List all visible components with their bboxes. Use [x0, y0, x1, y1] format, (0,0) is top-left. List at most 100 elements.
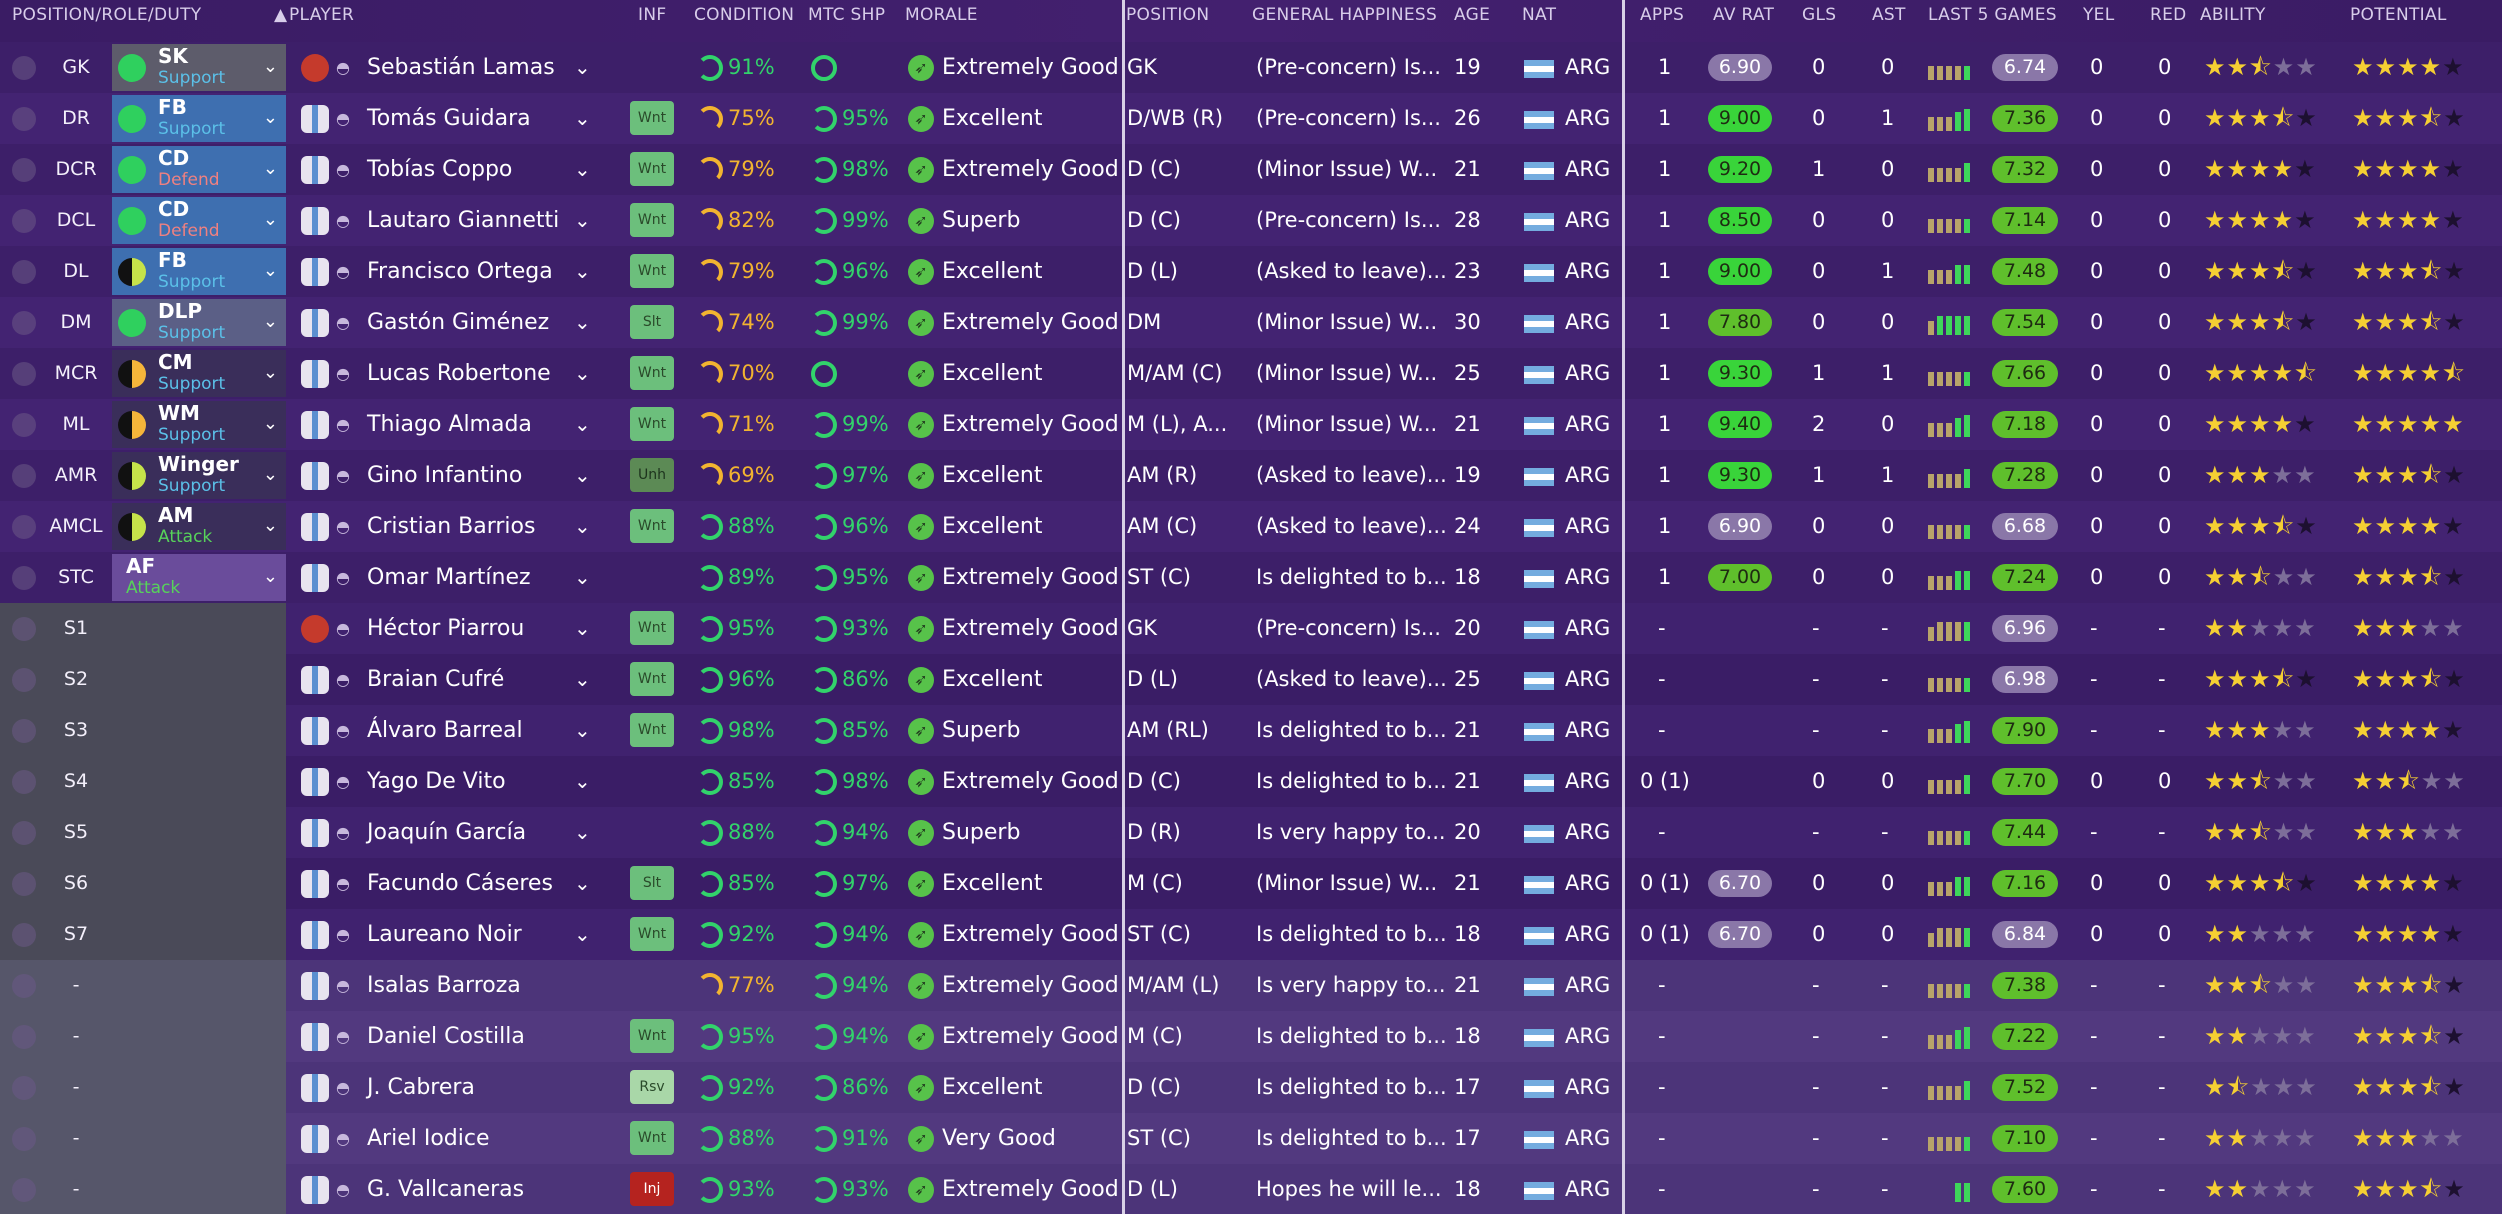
table-row[interactable]: AMR Winger Support ⌄ ◓ Gino Infantino ⌄ Unh 69% 9…	[0, 450, 2502, 501]
position-label[interactable]: STC	[42, 554, 110, 601]
role-selector[interactable]: FB Support ⌄	[112, 95, 286, 142]
chevron-down-icon[interactable]: ⌄	[263, 566, 278, 587]
player-name[interactable]: Omar Martínez	[367, 552, 531, 603]
position-label[interactable]: DCR	[42, 146, 110, 193]
player-name[interactable]: Lautaro Giannetti	[367, 195, 559, 246]
player-name[interactable]: Thiago Almada	[367, 399, 532, 450]
position-label[interactable]: -	[42, 1064, 110, 1111]
position-label[interactable]: S3	[42, 707, 110, 754]
chevron-down-icon[interactable]: ⌄	[574, 501, 591, 552]
col-morale[interactable]: MORALE	[905, 5, 978, 25]
player-name[interactable]: Cristian Barrios	[367, 501, 535, 552]
chevron-down-icon[interactable]: ⌄	[263, 158, 278, 179]
chevron-down-icon[interactable]: ⌄	[574, 705, 591, 756]
role-selector[interactable]: DLP Support ⌄	[112, 299, 286, 346]
table-row[interactable]: STC AF Attack ⌄ ◓ Omar Martínez ⌄ 89% 95% ➶ Extrem…	[0, 552, 2502, 603]
table-row[interactable]: - ◓ G. Vallcaneras Inj 93% 93% ➶ Extremely Good…	[0, 1164, 2502, 1214]
col-nat[interactable]: NAT	[1522, 5, 1556, 25]
player-name[interactable]: Gino Infantino	[367, 450, 522, 501]
position-label[interactable]: -	[42, 1013, 110, 1060]
table-row[interactable]: S2 ◓ Braian Cufré ⌄ Wnt 96% 86% ➶ Excellent D (L)…	[0, 654, 2502, 705]
chevron-down-icon[interactable]: ⌄	[574, 399, 591, 450]
chevron-down-icon[interactable]: ⌄	[574, 297, 591, 348]
select-checkbox[interactable]	[12, 821, 36, 845]
chevron-down-icon[interactable]: ⌄	[263, 56, 278, 77]
role-selector[interactable]: FB Support ⌄	[112, 248, 286, 295]
select-checkbox[interactable]	[12, 311, 36, 335]
chevron-down-icon[interactable]: ⌄	[574, 756, 591, 807]
position-label[interactable]: MCR	[42, 350, 110, 397]
table-row[interactable]: DCL CD Defend ⌄ ◓ Lautaro Giannetti ⌄ Wnt 82% 99%…	[0, 195, 2502, 246]
select-checkbox[interactable]	[12, 1025, 36, 1049]
select-checkbox[interactable]	[12, 56, 36, 80]
table-row[interactable]: S1 ◓ Héctor Piarrou ⌄ Wnt 95% 93% ➶ Extremely Go…	[0, 603, 2502, 654]
role-selector[interactable]: Winger Support ⌄	[112, 452, 286, 499]
position-label[interactable]: ML	[42, 401, 110, 448]
position-label[interactable]: -	[42, 962, 110, 1009]
col-last-5-games[interactable]: LAST 5 GAMES	[1928, 5, 2057, 25]
table-row[interactable]: DL FB Support ⌄ ◓ Francisco Ortega ⌄ Wnt 79% 96% ➶…	[0, 246, 2502, 297]
col-position[interactable]: POSITION	[1126, 5, 1209, 25]
table-row[interactable]: - ◓ J. Cabrera Rsv 92% 86% ➶ Excellent D (C) Is d…	[0, 1062, 2502, 1113]
player-name[interactable]: Gastón Giménez	[367, 297, 549, 348]
select-checkbox[interactable]	[12, 770, 36, 794]
player-name[interactable]: Yago De Vito	[367, 756, 506, 807]
select-checkbox[interactable]	[12, 107, 36, 131]
table-row[interactable]: MCR CM Support ⌄ ◓ Lucas Robertone ⌄ Wnt 70% ➶ Exc…	[0, 348, 2502, 399]
position-label[interactable]: DR	[42, 95, 110, 142]
chevron-down-icon[interactable]: ⌄	[574, 144, 591, 195]
chevron-down-icon[interactable]: ⌄	[574, 348, 591, 399]
select-checkbox[interactable]	[12, 1076, 36, 1100]
player-name[interactable]: Braian Cufré	[367, 654, 504, 705]
role-selector[interactable]: WM Support ⌄	[112, 401, 286, 448]
select-checkbox[interactable]	[12, 1178, 36, 1202]
table-row[interactable]: GK SK Support ⌄ ◓ Sebastián Lamas ⌄ 91% ➶ Extreme…	[0, 42, 2502, 93]
chevron-down-icon[interactable]: ⌄	[263, 515, 278, 536]
table-row[interactable]: AMCL AM Attack ⌄ ◓ Cristian Barrios ⌄ Wnt 88% 96%…	[0, 501, 2502, 552]
player-name[interactable]: Joaquín García	[367, 807, 526, 858]
col-position-role-duty[interactable]: POSITION/ROLE/DUTY	[12, 5, 202, 25]
position-label[interactable]: DM	[42, 299, 110, 346]
position-label[interactable]: DL	[42, 248, 110, 295]
player-name[interactable]: Sebastián Lamas	[367, 42, 555, 93]
col-mtc-shp[interactable]: MTC SHP	[808, 5, 885, 25]
table-row[interactable]: S4 ◓ Yago De Vito ⌄ 85% 98% ➶ Extremely Good D (…	[0, 756, 2502, 807]
player-name[interactable]: Facundo Cáseres	[367, 858, 553, 909]
chevron-down-icon[interactable]: ⌄	[574, 858, 591, 909]
player-name[interactable]: Álvaro Barreal	[367, 705, 523, 756]
select-checkbox[interactable]	[12, 974, 36, 998]
table-row[interactable]: DR FB Support ⌄ ◓ Tomás Guidara ⌄ Wnt 75% 95% ➶ Exc…	[0, 93, 2502, 144]
col-apps[interactable]: APPS	[1640, 5, 1684, 25]
col-general-happiness[interactable]: GENERAL HAPPINESS	[1252, 5, 1437, 25]
chevron-down-icon[interactable]: ⌄	[263, 311, 278, 332]
position-label[interactable]: S1	[42, 605, 110, 652]
table-row[interactable]: - ◓ Ariel Iodice Wnt 88% 91% ➶ Very Good ST (C) I…	[0, 1113, 2502, 1164]
chevron-down-icon[interactable]: ⌄	[574, 603, 591, 654]
select-checkbox[interactable]	[12, 617, 36, 641]
player-name[interactable]: Laureano Noir	[367, 909, 522, 960]
chevron-down-icon[interactable]: ⌄	[263, 260, 278, 281]
player-name[interactable]: Francisco Ortega	[367, 246, 553, 297]
select-checkbox[interactable]	[12, 1127, 36, 1151]
chevron-down-icon[interactable]: ⌄	[263, 413, 278, 434]
select-checkbox[interactable]	[12, 668, 36, 692]
table-row[interactable]: S3 ◓ Álvaro Barreal ⌄ Wnt 98% 85% ➶ Superb AM (RL…	[0, 705, 2502, 756]
col-inf[interactable]: INF	[638, 5, 666, 25]
chevron-down-icon[interactable]: ⌄	[574, 195, 591, 246]
position-label[interactable]: AMCL	[42, 503, 110, 550]
player-name[interactable]: J. Cabrera	[367, 1062, 475, 1113]
select-checkbox[interactable]	[12, 209, 36, 233]
position-label[interactable]: AMR	[42, 452, 110, 499]
chevron-down-icon[interactable]: ⌄	[574, 654, 591, 705]
position-label[interactable]: S4	[42, 758, 110, 805]
col-potential[interactable]: POTENTIAL	[2350, 5, 2447, 25]
chevron-down-icon[interactable]: ⌄	[574, 552, 591, 603]
chevron-down-icon[interactable]: ⌄	[574, 450, 591, 501]
chevron-down-icon[interactable]: ⌄	[574, 909, 591, 960]
player-name[interactable]: Tomás Guidara	[367, 93, 531, 144]
player-name[interactable]: Lucas Robertone	[367, 348, 551, 399]
position-label[interactable]: -	[42, 1115, 110, 1162]
chevron-down-icon[interactable]: ⌄	[263, 107, 278, 128]
table-row[interactable]: S5 ◓ Joaquín García ⌄ 88% 94% ➶ Superb D (R) Is v…	[0, 807, 2502, 858]
col-player[interactable]: PLAYER	[289, 5, 354, 25]
